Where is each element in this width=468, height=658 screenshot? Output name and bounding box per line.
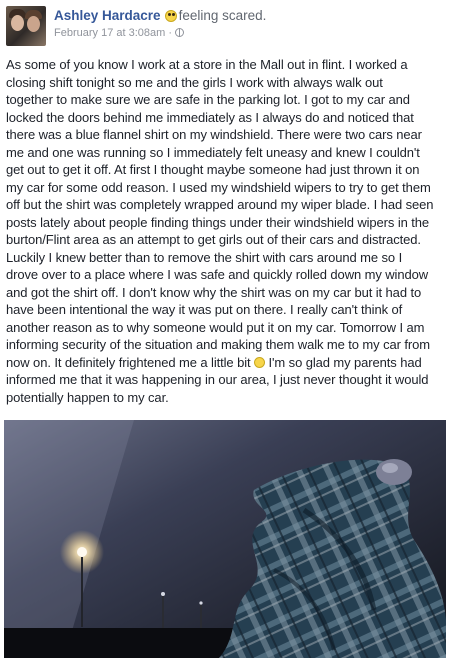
body-line: off but the shirt was completely wrapped…: [6, 197, 434, 212]
body-line: me and one was running so I immediately …: [6, 144, 420, 160]
body-line: informing security of the situation and …: [6, 337, 430, 352]
post-header: Ashley Hardacre feeling scared. February …: [6, 6, 446, 46]
body-line: drove over to a place where I was safe a…: [6, 267, 429, 282]
body-line: get out to get it off. At first I though…: [6, 162, 420, 177]
body-line: burton/Flint area as an attempt to get g…: [6, 232, 421, 247]
scared-emoji-icon: [164, 10, 177, 22]
body-line: have been intentional the way it was put…: [6, 302, 403, 317]
author-avatar[interactable]: [6, 6, 46, 46]
body-line: posts lately about people finding things…: [6, 214, 430, 230]
post-timestamp[interactable]: February 17 at 3:08am ·: [54, 27, 172, 39]
body-line-start: now on. It definitely frightened me a li…: [6, 354, 251, 370]
body-line: potentially happen to my car.: [6, 389, 169, 405]
post-meta: Ashley Hardacre feeling scared. February …: [54, 8, 444, 39]
body-line: and got the shirt off. I don't know why …: [6, 284, 422, 300]
body-line: locked the doors behind me immediately a…: [6, 109, 414, 125]
facebook-post: Ashley Hardacre feeling scared. February …: [0, 0, 468, 658]
worried-emoji-icon: [254, 356, 266, 368]
body-line: there was a blue flannel shirt on my win…: [6, 127, 422, 142]
body-line-end: I'm so glad my parents had: [265, 354, 422, 370]
feeling-text: feeling scared.: [178, 8, 267, 23]
body-line: closing shift tonight so me and the girl…: [6, 74, 383, 90]
body-line: together to make sure we are safe in the…: [6, 92, 410, 107]
body-line: As some of you know I work at a store in…: [6, 57, 408, 72]
post-body: As some of you know I work at a store in…: [6, 56, 454, 406]
body-line: another reason as to why someone would p…: [6, 319, 425, 335]
post-photo[interactable]: [4, 420, 446, 658]
windshield-flannel-photo: [4, 420, 446, 658]
body-line: now on. It definitely frightened me a li…: [6, 354, 454, 372]
body-line: Luckily I knew better than to remove the…: [6, 249, 403, 265]
body-line: my car for some odd reason. I used my wi…: [6, 179, 431, 195]
author-name[interactable]: Ashley Hardacre: [54, 8, 161, 23]
globe-icon: [175, 28, 185, 37]
body-line: informed me that it was happening in our…: [6, 372, 429, 387]
